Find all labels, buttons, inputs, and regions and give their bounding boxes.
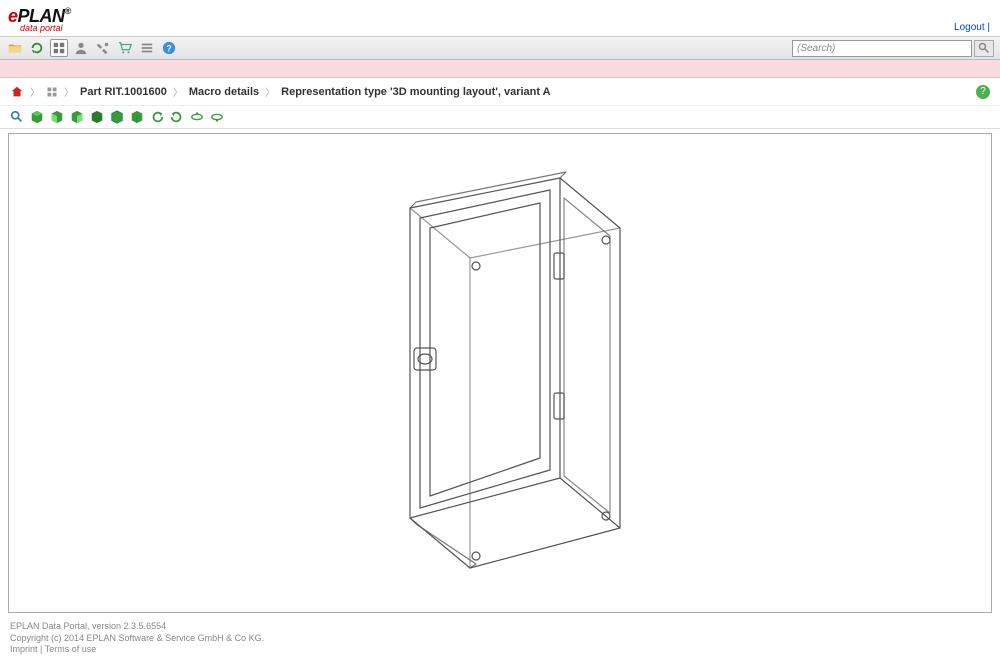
- view-toolbar: [0, 106, 1000, 129]
- top-links: Logout |: [954, 22, 990, 33]
- rotate-left-icon[interactable]: [150, 110, 164, 124]
- header-logo: ePLAN® data portal Logout |: [0, 0, 1000, 36]
- view-cube1-icon[interactable]: [30, 110, 44, 124]
- help-icon[interactable]: ?: [160, 39, 178, 57]
- breadcrumb-sep: 〉: [173, 84, 183, 99]
- folder-icon[interactable]: [6, 39, 24, 57]
- breadcrumb-sep: 〉: [30, 84, 40, 99]
- breadcrumb-sep: 〉: [64, 84, 74, 99]
- breadcrumb-sep: 〉: [265, 84, 275, 99]
- search-box: [792, 40, 994, 57]
- logout-link[interactable]: Logout: [954, 22, 985, 33]
- view-cube3-icon[interactable]: [70, 110, 84, 124]
- breadcrumb: 〉 〉 Part RIT.1001600 〉 Macro details 〉 R…: [0, 78, 1000, 106]
- view-cube2-icon[interactable]: [50, 110, 64, 124]
- grid-icon[interactable]: [50, 39, 68, 57]
- rotate-down-icon[interactable]: [210, 110, 224, 124]
- user-icon[interactable]: [72, 39, 90, 57]
- home-icon[interactable]: [10, 85, 24, 99]
- notification-bar: [0, 60, 1000, 78]
- zoom-fit-icon[interactable]: [10, 110, 24, 124]
- rotate-right-icon[interactable]: [170, 110, 184, 124]
- breadcrumb-part[interactable]: Part RIT.1001600: [80, 86, 167, 98]
- view-cube4-icon[interactable]: [90, 110, 104, 124]
- refresh-icon[interactable]: [28, 39, 46, 57]
- logo-sub: data portal: [20, 23, 992, 33]
- breadcrumb-rep: Representation type '3D mounting layout'…: [281, 86, 550, 98]
- breadcrumb-macro[interactable]: Macro details: [189, 86, 259, 98]
- footer-version: EPLAN Data Portal, version 2.3.5.6554: [10, 621, 990, 633]
- main-toolbar: ?: [0, 36, 1000, 60]
- view-cube5-icon[interactable]: [110, 110, 124, 124]
- cart-icon[interactable]: [116, 39, 134, 57]
- footer: EPLAN Data Portal, version 2.3.5.6554 Co…: [0, 617, 1000, 660]
- list-icon[interactable]: [138, 39, 156, 57]
- search-input[interactable]: [792, 40, 972, 57]
- view-cube6-icon[interactable]: [130, 110, 144, 124]
- breadcrumb-grid-icon[interactable]: [46, 86, 58, 98]
- footer-copyright: Copyright (c) 2014 EPLAN Software & Serv…: [10, 633, 990, 645]
- context-help-icon[interactable]: ?: [976, 85, 990, 99]
- svg-text:?: ?: [166, 44, 171, 54]
- top-links-sep: |: [987, 22, 990, 33]
- rotate-up-icon[interactable]: [190, 110, 204, 124]
- logo-reg: ®: [65, 6, 71, 16]
- logo-e: e: [8, 6, 18, 26]
- enclosure-3d-drawing: [320, 158, 680, 588]
- 3d-viewer[interactable]: [8, 133, 992, 613]
- search-button[interactable]: [974, 40, 994, 57]
- footer-links: Imprint | Terms of use: [10, 644, 990, 656]
- tools-icon[interactable]: [94, 39, 112, 57]
